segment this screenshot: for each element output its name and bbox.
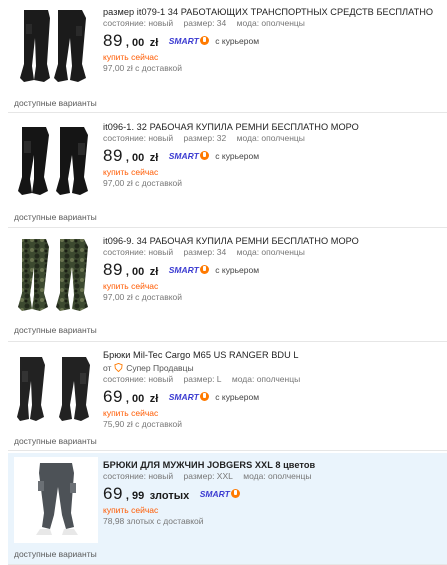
- attr-fashion: мода: ополченцы: [231, 374, 301, 384]
- price-line: 89, 00 zł SMART с курьером: [103, 259, 443, 281]
- delivery-price: 97,00 zł с доставкой: [103, 178, 183, 188]
- listing-card[interactable]: доступные варианты Брюки Mil-Tec Cargo M…: [8, 343, 447, 451]
- price-integer: 89: [103, 146, 123, 165]
- attr-condition: состояние: новый: [103, 133, 174, 143]
- delivery-price: 78,98 злотых с доставкой: [103, 516, 204, 526]
- price-line: 89, 00 zł SMART с курьером: [103, 30, 443, 52]
- attr-size: размер: L: [183, 374, 222, 384]
- available-variants-link[interactable]: доступные варианты: [14, 212, 97, 222]
- courier-label: с курьером: [215, 151, 260, 161]
- listing-info: размер it079-1 34 РАБОТАЮЩИХ ТРАНСПОРТНЫ…: [103, 6, 443, 74]
- buy-now-label: купить сейчас: [103, 52, 159, 62]
- seller-line: от Супер Продавцы: [103, 362, 443, 374]
- attr-size: размер: 32: [183, 133, 227, 143]
- price-decimal: , 99: [125, 490, 145, 502]
- listing-title[interactable]: размер it079-1 34 РАБОТАЮЩИХ ТРАНСПОРТНЫ…: [103, 6, 443, 18]
- listing-attributes: состояние: новый размер: 32 мода: ополче…: [103, 133, 443, 144]
- listing-title[interactable]: Брюки Mil-Tec Cargo M65 US RANGER BDU L: [103, 349, 443, 361]
- listing-title[interactable]: БРЮКИ ДЛЯ МУЖЧИН JOBGERS XXL 8 цветов: [103, 459, 443, 471]
- listing-info: Брюки Mil-Tec Cargo M65 US RANGER BDU L …: [103, 349, 443, 430]
- attr-condition: состояние: новый: [103, 247, 174, 257]
- pants-black-icon: [20, 10, 86, 82]
- available-variants-link[interactable]: доступные варианты: [14, 549, 97, 559]
- listing-results: доступные варианты размер it079-1 34 РАБ…: [0, 0, 447, 565]
- available-variants-link[interactable]: доступные варианты: [14, 98, 97, 108]
- attr-size: размер: XXL: [183, 471, 233, 481]
- product-image[interactable]: [14, 347, 98, 431]
- smart-badge-icon: [199, 151, 209, 160]
- courier-label: с курьером: [215, 392, 260, 402]
- pants-camo-icon: [18, 239, 88, 311]
- listing-attributes: состояние: новый размер: 34 мода: ополче…: [103, 18, 443, 29]
- listing-info: БРЮКИ ДЛЯ МУЖЧИН JOBGERS XXL 8 цветов со…: [103, 459, 443, 527]
- buy-now-label: купить сейчас: [103, 505, 159, 515]
- attr-size: размер: 34: [183, 18, 227, 28]
- pants-black-icon: [18, 127, 88, 195]
- price-line: 69, 00 zł SMART с курьером: [103, 386, 443, 408]
- attr-condition: состояние: новый: [103, 471, 174, 481]
- attr-fashion: мода: ополченцы: [236, 247, 305, 257]
- buy-now-label: купить сейчас: [103, 408, 159, 418]
- listing-title[interactable]: it096-1. 32 РАБОЧАЯ КУПИЛА РЕМНИ БЕСПЛАТ…: [103, 121, 443, 133]
- smart-label: SMART: [168, 392, 199, 402]
- smart-label: SMART: [168, 36, 199, 46]
- pants-black-icon: [17, 357, 90, 421]
- price-integer: 69: [103, 387, 123, 406]
- price-integer: 89: [103, 260, 123, 279]
- attr-fashion: мода: ополченцы: [236, 133, 305, 143]
- price-line: 69, 99 злотых SMART: [103, 483, 443, 505]
- super-seller-icon: [114, 363, 123, 372]
- price-decimal: , 00: [125, 37, 145, 49]
- listing-card[interactable]: доступные варианты it096-1. 32 РАБОЧАЯ К…: [8, 115, 447, 228]
- listing-attributes: состояние: новый размер: 34 мода: ополче…: [103, 247, 443, 258]
- smart-badge-icon: [199, 36, 209, 45]
- available-variants-link[interactable]: доступные варианты: [14, 325, 97, 335]
- smart-label: SMART: [168, 265, 199, 275]
- listing-card[interactable]: доступные варианты БРЮКИ ДЛЯ МУЖЧИН JOBG…: [8, 453, 447, 565]
- attr-condition: состояние: новый: [103, 18, 174, 28]
- listing-card[interactable]: доступные варианты размер it079-1 34 РАБ…: [8, 0, 447, 113]
- attr-condition: состояние: новый: [103, 374, 174, 384]
- price-currency: zł: [149, 152, 159, 164]
- courier-label: с курьером: [215, 265, 260, 275]
- courier-label: с курьером: [215, 36, 260, 46]
- available-variants-link[interactable]: доступные варианты: [14, 436, 97, 446]
- smart-label: SMART: [168, 151, 199, 161]
- smart-badge-icon: [230, 489, 240, 498]
- seller-prefix: от: [103, 363, 112, 373]
- price-decimal: , 00: [125, 266, 145, 278]
- price-decimal: , 00: [125, 152, 145, 164]
- price-line: 89, 00 zł SMART с курьером: [103, 145, 443, 167]
- listing-card[interactable]: доступные варианты it096-9. 34 РАБОЧАЯ К…: [8, 229, 447, 342]
- delivery-price: 97,00 zł с доставкой: [103, 292, 183, 302]
- listing-attributes: состояние: новый размер: L мода: ополчен…: [103, 374, 443, 385]
- smart-badge-icon: [199, 265, 209, 274]
- price-integer: 89: [103, 31, 123, 50]
- buy-now-label: купить сейчас: [103, 281, 159, 291]
- listing-info: it096-1. 32 РАБОЧАЯ КУПИЛА РЕМНИ БЕСПЛАТ…: [103, 121, 443, 189]
- attr-size: размер: 34: [183, 247, 227, 257]
- product-image[interactable]: [14, 4, 98, 88]
- product-image[interactable]: [14, 233, 98, 317]
- product-image[interactable]: [14, 457, 98, 543]
- price-decimal: , 00: [125, 393, 145, 405]
- attr-fashion: мода: ополченцы: [236, 18, 305, 28]
- delivery-price: 97,00 zł с доставкой: [103, 63, 183, 73]
- price-currency: zł: [149, 266, 159, 278]
- smart-label: SMART: [199, 489, 230, 499]
- pants-grey-jogger-icon: [14, 457, 98, 541]
- seller-name[interactable]: Супер Продавцы: [126, 363, 193, 373]
- price-currency: zł: [149, 393, 159, 405]
- listing-title[interactable]: it096-9. 34 РАБОЧАЯ КУПИЛА РЕМНИ БЕСПЛАТ…: [103, 235, 443, 247]
- listing-attributes: состояние: новый размер: XXL мода: ополч…: [103, 471, 443, 482]
- delivery-price: 75,90 zł с доставкой: [103, 419, 183, 429]
- product-image[interactable]: [14, 119, 98, 203]
- buy-now-label: купить сейчас: [103, 167, 159, 177]
- price-currency: zł: [149, 37, 159, 49]
- price-integer: 69: [103, 484, 123, 503]
- listing-info: it096-9. 34 РАБОЧАЯ КУПИЛА РЕМНИ БЕСПЛАТ…: [103, 235, 443, 303]
- attr-fashion: мода: ополченцы: [243, 471, 312, 481]
- price-currency: злотых: [149, 490, 190, 502]
- smart-badge-icon: [199, 392, 209, 401]
